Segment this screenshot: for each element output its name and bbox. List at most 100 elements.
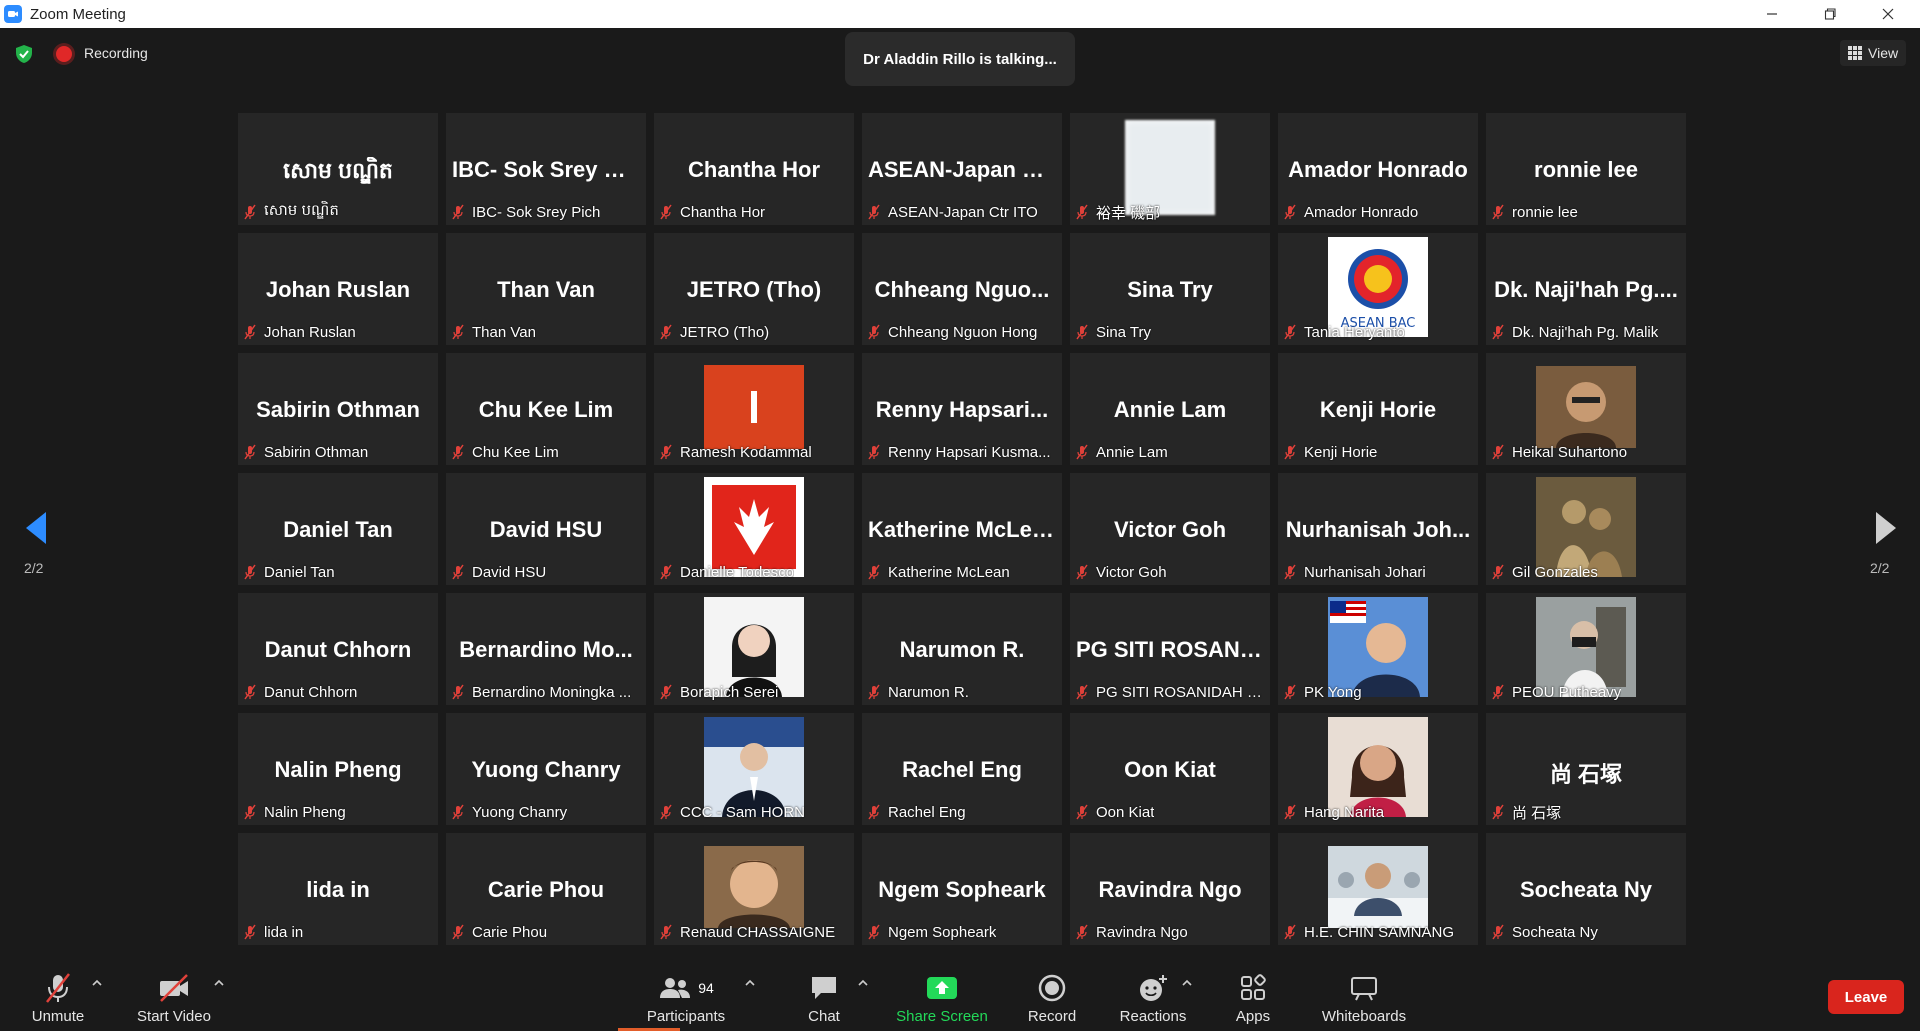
- participant-tile[interactable]: Sabirin Othman Sabirin Othman: [238, 353, 438, 465]
- participant-tile[interactable]: Ravindra Ngo Ravindra Ngo: [1070, 833, 1270, 945]
- muted-microphone-icon: [658, 204, 674, 220]
- participant-tile[interactable]: Renaud CHASSAIGNE: [654, 833, 854, 945]
- participant-tile[interactable]: Rachel Eng Rachel Eng: [862, 713, 1062, 825]
- whiteboards-button[interactable]: Whiteboards: [1318, 960, 1410, 1031]
- participant-tile[interactable]: Narumon R. Narumon R.: [862, 593, 1062, 705]
- participant-name: Ngem Sopheark: [888, 923, 997, 941]
- muted-microphone-icon: [1074, 804, 1090, 820]
- participant-display-name: David HSU: [489, 517, 603, 542]
- participant-tile[interactable]: Chantha Hor Chantha Hor: [654, 113, 854, 225]
- previous-page-arrow-icon[interactable]: [22, 508, 50, 548]
- participant-tile[interactable]: PK Yong: [1278, 593, 1478, 705]
- muted-microphone-icon: [866, 684, 882, 700]
- shield-icon[interactable]: [14, 44, 34, 64]
- next-page-arrow-icon[interactable]: [1872, 508, 1900, 548]
- recording-label: Recording: [84, 45, 148, 61]
- participant-tile[interactable]: Kenji Horie Kenji Horie: [1278, 353, 1478, 465]
- participant-tile[interactable]: Katherine McLean Katherine McLean: [862, 473, 1062, 585]
- participant-tile[interactable]: ASEAN-Japan C... ASEAN-Japan Ctr ITO: [862, 113, 1062, 225]
- participant-name: 尚 石塚: [1512, 804, 1562, 822]
- muted-microphone-icon: [658, 444, 674, 460]
- participant-tile[interactable]: Ramesh Kodammal: [654, 353, 854, 465]
- participant-tile[interactable]: Bernardino Mo... Bernardino Moningka ...: [446, 593, 646, 705]
- apps-label: Apps: [1235, 1008, 1271, 1025]
- close-window-button[interactable]: [1860, 0, 1916, 28]
- participant-tile[interactable]: Amador Honrado Amador Honrado: [1278, 113, 1478, 225]
- participant-tile[interactable]: H.E. CHIN SAMNANG: [1278, 833, 1478, 945]
- participant-tile[interactable]: Dk. Naji'hah Pg.... Dk. Naji'hah Pg. Mali…: [1486, 233, 1686, 345]
- participant-tile[interactable]: Nurhanisah Joh... Nurhanisah Johari: [1278, 473, 1478, 585]
- participant-tile[interactable]: ASEAN BAC Tania Heryanto: [1278, 233, 1478, 345]
- chat-button[interactable]: Chat: [800, 960, 848, 1031]
- reactions-options-caret-icon[interactable]: [1181, 978, 1193, 988]
- participant-tile[interactable]: Yuong Chanry Yuong Chanry: [446, 713, 646, 825]
- restore-button[interactable]: [1802, 0, 1858, 28]
- participant-tile[interactable]: IBC- Sok Srey Pi... IBC- Sok Srey Pich: [446, 113, 646, 225]
- participant-tile[interactable]: Socheata Ny Socheata Ny: [1486, 833, 1686, 945]
- participant-tile[interactable]: PEOU Putheavy: [1486, 593, 1686, 705]
- participant-tile[interactable]: Nalin Pheng Nalin Pheng: [238, 713, 438, 825]
- participant-tile[interactable]: Gil Gonzales: [1486, 473, 1686, 585]
- participant-tile[interactable]: Victor Goh Victor Goh: [1070, 473, 1270, 585]
- zoom-logo-icon: [4, 5, 22, 23]
- apps-button[interactable]: Apps: [1229, 960, 1277, 1031]
- audio-options-caret-icon[interactable]: [91, 978, 103, 988]
- view-label: View: [1868, 45, 1899, 61]
- participant-name-label: Rachel Eng: [866, 802, 966, 822]
- participant-tile[interactable]: Oon Kiat Oon Kiat: [1070, 713, 1270, 825]
- record-button[interactable]: Record: [1022, 960, 1082, 1031]
- muted-microphone-icon: [450, 204, 466, 220]
- participant-tile[interactable]: Danut Chhorn Danut Chhorn: [238, 593, 438, 705]
- participant-tile[interactable]: Hang Narita: [1278, 713, 1478, 825]
- participant-tile[interactable]: PG SITI ROSANI... PG SITI ROSANIDAH BI...: [1070, 593, 1270, 705]
- view-button[interactable]: View: [1840, 40, 1907, 66]
- participant-tile[interactable]: Ngem Sopheark Ngem Sopheark: [862, 833, 1062, 945]
- participant-tile[interactable]: សោម បណ្ឌិត សោម បណ្ឌិត: [238, 113, 438, 225]
- participant-name: Socheata Ny: [1512, 923, 1598, 941]
- participant-name: Than Van: [472, 323, 536, 341]
- start-video-button[interactable]: Start Video: [134, 960, 214, 1031]
- participant-tile[interactable]: Than Van Than Van: [446, 233, 646, 345]
- participant-name-label: Chu Kee Lim: [450, 442, 559, 462]
- participant-tile[interactable]: ronnie lee ronnie lee: [1486, 113, 1686, 225]
- participant-tile[interactable]: Daniel Tan Daniel Tan: [238, 473, 438, 585]
- video-options-caret-icon[interactable]: [213, 978, 225, 988]
- participant-tile[interactable]: 尚 石塚尚 石塚: [1486, 713, 1686, 825]
- participant-name: Carie Phou: [472, 923, 548, 941]
- chat-label: Chat: [808, 1008, 840, 1025]
- leave-button[interactable]: Leave: [1828, 980, 1904, 1014]
- participant-name-label: David HSU: [450, 562, 546, 582]
- muted-microphone-icon: [1490, 684, 1506, 700]
- participant-tile[interactable]: Annie Lam Annie Lam: [1070, 353, 1270, 465]
- participants-button[interactable]: 94 Participants: [644, 960, 728, 1031]
- participant-tile[interactable]: lida in lida in: [238, 833, 438, 945]
- participant-name: សោម បណ្ឌិត: [264, 202, 339, 219]
- participant-tile[interactable]: Chheang Nguo... Chheang Nguon Hong: [862, 233, 1062, 345]
- participant-tile[interactable]: David HSU David HSU: [446, 473, 646, 585]
- participant-name-label: Ravindra Ngo: [1074, 922, 1188, 942]
- participant-tile[interactable]: Sina Try Sina Try: [1070, 233, 1270, 345]
- participant-name-label: Renaud CHASSAIGNE: [658, 922, 835, 942]
- share-screen-button[interactable]: Share Screen: [892, 960, 992, 1031]
- participant-tile[interactable]: CCC - Sam HORN: [654, 713, 854, 825]
- participant-display-name: Kenji Horie: [1319, 397, 1437, 422]
- minimize-button[interactable]: [1744, 0, 1800, 28]
- participant-tile[interactable]: Carie Phou Carie Phou: [446, 833, 646, 945]
- unmute-button[interactable]: Unmute: [26, 960, 90, 1031]
- participant-tile[interactable]: JETRO (Tho) JETRO (Tho): [654, 233, 854, 345]
- participant-tile[interactable]: Renny Hapsari... Renny Hapsari Kusma...: [862, 353, 1062, 465]
- muted-microphone-icon: [1074, 324, 1090, 340]
- participant-tile[interactable]: Danielle Todesco: [654, 473, 854, 585]
- chat-options-caret-icon[interactable]: [857, 978, 869, 988]
- participants-options-caret-icon[interactable]: [744, 978, 756, 988]
- participant-tile[interactable]: Johan Ruslan Johan Ruslan: [238, 233, 438, 345]
- unmute-label: Unmute: [31, 1008, 85, 1025]
- participant-tile[interactable]: Heikal Suhartono: [1486, 353, 1686, 465]
- participant-tile[interactable]: 裕幸 磯部: [1070, 113, 1270, 225]
- participant-name-label: Bernardino Moningka ...: [450, 682, 631, 702]
- reactions-button[interactable]: Reactions: [1117, 960, 1189, 1031]
- muted-microphone-icon: [1282, 204, 1298, 220]
- participant-tile[interactable]: Chu Kee Lim Chu Kee Lim: [446, 353, 646, 465]
- participant-tile[interactable]: Borapich Serei: [654, 593, 854, 705]
- participant-name: Chu Kee Lim: [472, 443, 559, 461]
